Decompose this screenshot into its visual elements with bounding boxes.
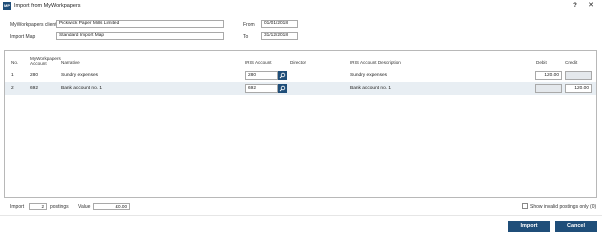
debit-input[interactable]: 120.00 — [535, 71, 562, 80]
row-account: 692 — [30, 86, 39, 91]
to-label: To — [243, 34, 249, 40]
iris-account-input[interactable]: 692 — [245, 84, 278, 93]
iris-account-input[interactable]: 280 — [245, 71, 278, 80]
column-header-account: MyWorkpapers Account — [30, 56, 61, 66]
row-no: 2 — [11, 86, 14, 91]
credit-input[interactable] — [565, 71, 592, 80]
from-label: From — [243, 22, 255, 28]
debit-input[interactable] — [535, 84, 562, 93]
credit-input[interactable]: 120.00 — [565, 84, 592, 93]
import-button[interactable]: Import — [508, 221, 550, 232]
column-header-no: No. — [11, 60, 19, 65]
column-header-iris-account: IRIS Account — [245, 60, 272, 65]
close-button[interactable]: ✕ — [586, 1, 596, 11]
row-iris-description: Sundry expenses — [350, 73, 388, 78]
value-label: Value — [78, 204, 91, 210]
invalid-postings-label: Show invalid postings only (0) — [530, 204, 597, 210]
table-row[interactable]: 1 280 Sundry expenses 280 Sundry expense… — [5, 69, 596, 82]
column-header-narrative: Narrative — [61, 60, 80, 65]
invalid-postings-checkbox[interactable] — [522, 203, 528, 209]
import-label: Import — [10, 204, 25, 210]
client-field[interactable]: Pickwick Paper Mills Limited — [56, 20, 224, 28]
postings-grid: No. MyWorkpapers Account Narrative IRIS … — [4, 50, 597, 198]
row-narrative: Bank account no. 1 — [61, 86, 103, 91]
import-map-label: Import Map — [10, 34, 36, 40]
from-date-field[interactable]: 01/01/2018 — [261, 20, 298, 28]
window-title: Import from MyWorkpapers — [14, 3, 81, 9]
import-map-field[interactable]: Standard Import Map — [56, 32, 224, 40]
postings-label: postings — [50, 204, 69, 210]
row-narrative: Sundry expenses — [61, 73, 99, 78]
title-bar: MP Import from MyWorkpapers ? ✕ — [0, 0, 602, 13]
table-row[interactable]: 2 692 Bank account no. 1 692 Bank accoun… — [5, 82, 596, 95]
search-icon — [279, 72, 286, 79]
app-icon: MP — [3, 2, 11, 10]
import-count-field: 2 — [29, 203, 47, 210]
client-label: MyWorkpapers client — [10, 22, 57, 28]
help-button[interactable]: ? — [570, 1, 580, 11]
to-date-field[interactable]: 31/12/2018 — [261, 32, 298, 40]
cancel-button[interactable]: Cancel — [555, 221, 597, 232]
row-no: 1 — [11, 73, 14, 78]
row-iris-description: Bank account no. 1 — [350, 86, 392, 91]
value-field: £0.00 — [93, 203, 130, 210]
column-header-iris-description: IRIS Account Description — [350, 60, 401, 65]
column-header-debit: Debit — [536, 60, 547, 65]
column-header-director: Director — [290, 60, 307, 65]
account-lookup-button[interactable] — [278, 84, 287, 93]
footer-divider — [0, 215, 602, 216]
account-lookup-button[interactable] — [278, 71, 287, 80]
search-icon — [279, 85, 286, 92]
column-header-credit: Credit — [565, 60, 578, 65]
row-account: 280 — [30, 73, 39, 78]
